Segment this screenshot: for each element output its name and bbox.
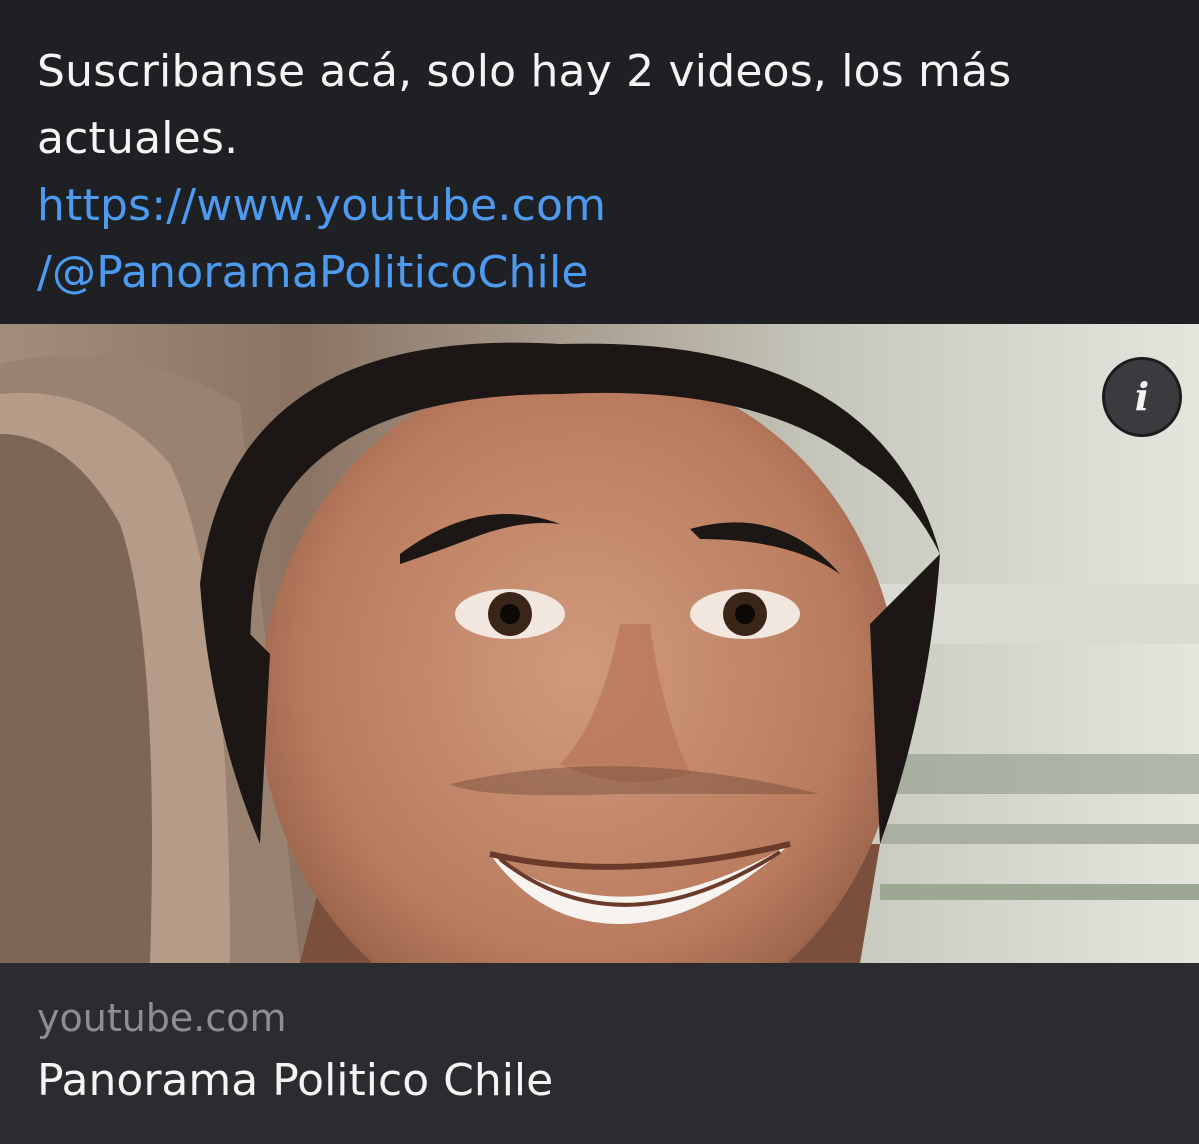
preview-meta[interactable]: youtube.com Panorama Politico Chile xyxy=(37,992,553,1114)
preview-title[interactable]: Panorama Politico Chile xyxy=(37,1048,553,1114)
thumbnail-image xyxy=(0,324,1199,963)
info-icon[interactable]: i xyxy=(1102,357,1182,437)
message-text: Suscribanse acá, solo hay 2 videos, los … xyxy=(37,46,1012,164)
chat-message: Suscribanse acá, solo hay 2 videos, los … xyxy=(0,0,1199,1144)
link-preview-card[interactable]: i youtube.com Panorama Politico Chile xyxy=(0,324,1199,1144)
youtube-link[interactable]: https://www.youtube.com /@PanoramaPoliti… xyxy=(37,172,1157,306)
youtube-link-line2[interactable]: /@PanoramaPoliticoChile xyxy=(37,239,1157,306)
preview-domain: youtube.com xyxy=(37,996,287,1040)
preview-thumbnail[interactable]: i xyxy=(0,324,1199,963)
message-body: Suscribanse acá, solo hay 2 videos, los … xyxy=(37,38,1157,306)
youtube-link-line1[interactable]: https://www.youtube.com xyxy=(37,172,1157,239)
